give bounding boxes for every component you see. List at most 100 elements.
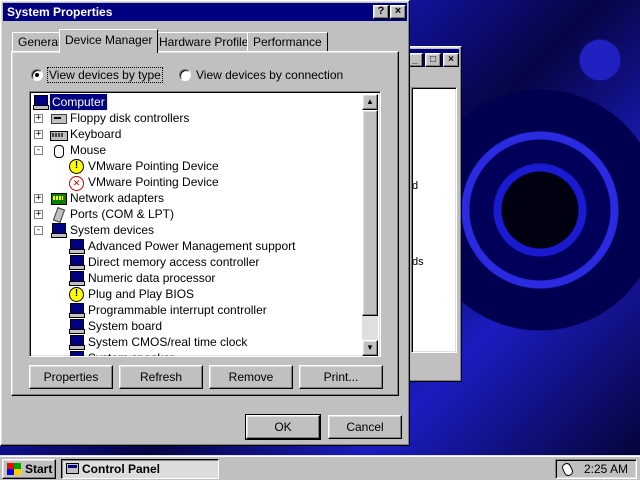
- tree-node[interactable]: VMware Pointing Device: [32, 158, 364, 174]
- radio-unselected-icon: [179, 69, 191, 81]
- tree-node-label: Keyboard: [70, 127, 122, 141]
- maximize-icon[interactable]: □: [425, 53, 441, 67]
- view-by-connection-radio[interactable]: View devices by connection: [179, 68, 343, 82]
- remove-button[interactable]: Remove: [209, 365, 293, 389]
- control-panel-text-fragment: ds: [412, 256, 424, 268]
- help-button[interactable]: ?: [373, 5, 389, 19]
- device-tree[interactable]: Computer + Floppy disk controllers + Keyboar…: [29, 91, 381, 357]
- tree-node[interactable]: VMware Pointing Device: [32, 174, 364, 191]
- tree-node-label: Mouse: [70, 143, 107, 157]
- tree-node-label: Advanced Power Management support: [88, 239, 296, 253]
- computer-icon: [32, 95, 49, 110]
- tree-node[interactable]: + Network adapters: [32, 190, 364, 206]
- system-device-icon: [68, 255, 85, 270]
- view-by-type-label: View devices by type: [47, 67, 163, 83]
- control-panel-text-fragment: d: [412, 180, 419, 192]
- close-icon[interactable]: ×: [443, 53, 459, 67]
- windows-logo-icon: [7, 463, 21, 475]
- system-properties-dialog[interactable]: System Properties ? × General Device Man…: [0, 0, 410, 446]
- tab-device-manager[interactable]: Device Manager: [59, 29, 159, 53]
- cancel-button[interactable]: Cancel: [328, 415, 402, 439]
- tab-hardware-profiles[interactable]: Hardware Profiles: [153, 32, 261, 52]
- warning-device-icon: [68, 159, 84, 174]
- tree-node-label: Ports (COM & LPT): [70, 207, 175, 221]
- tree-node-label: Floppy disk controllers: [70, 111, 190, 125]
- tree-node[interactable]: + Keyboard: [32, 126, 364, 142]
- tree-node[interactable]: Plug and Play BIOS: [32, 286, 364, 302]
- scrollbar-thumb[interactable]: [362, 110, 378, 316]
- system-tray: 2:25 AM: [555, 459, 637, 479]
- tree-node-label: Network adapters: [70, 191, 165, 205]
- collapse-icon[interactable]: -: [34, 146, 43, 155]
- tree-node-label: System board: [88, 319, 163, 333]
- expand-icon[interactable]: +: [34, 194, 43, 203]
- tree-vertical-scrollbar[interactable]: ▲ ▼: [362, 94, 378, 356]
- print-button[interactable]: Print...: [299, 365, 383, 389]
- mouse-icon: [50, 143, 66, 158]
- tree-node[interactable]: Programmable interrupt controller: [32, 302, 364, 318]
- taskbar-item-label: Control Panel: [82, 462, 161, 476]
- system-device-icon: [68, 303, 85, 318]
- tree-node-label: System CMOS/real time clock: [88, 335, 248, 349]
- radio-selected-icon: [31, 69, 43, 81]
- scroll-down-icon[interactable]: ▼: [362, 340, 378, 356]
- dialog-title-bar[interactable]: System Properties ? ×: [3, 3, 407, 21]
- tree-node[interactable]: Advanced Power Management support: [32, 238, 364, 254]
- tree-node[interactable]: Computer: [32, 94, 364, 111]
- warning-device-icon: [68, 287, 84, 302]
- tree-node-label: Plug and Play BIOS: [88, 287, 195, 301]
- control-panel-title-bar[interactable]: _ □ ×: [407, 49, 459, 67]
- control-panel-icon: [66, 463, 79, 474]
- tree-node-label: System devices: [70, 223, 155, 237]
- tree-node[interactable]: + Floppy disk controllers: [32, 110, 364, 126]
- system-device-icon: [68, 351, 84, 356]
- expand-icon[interactable]: +: [34, 210, 43, 219]
- properties-button[interactable]: Properties: [29, 365, 113, 389]
- tree-node-label: Computer: [49, 94, 108, 111]
- dialog-title: System Properties: [7, 5, 113, 19]
- tab-performance[interactable]: Performance: [247, 32, 328, 52]
- view-by-connection-label: View devices by connection: [196, 68, 344, 82]
- start-button[interactable]: Start: [2, 459, 56, 479]
- refresh-button[interactable]: Refresh: [119, 365, 203, 389]
- scroll-up-icon[interactable]: ▲: [362, 94, 378, 110]
- system-device-icon: [68, 271, 85, 286]
- device-tree-list: Computer + Floppy disk controllers + Keyboar…: [32, 94, 364, 356]
- tree-node[interactable]: System board: [32, 318, 364, 334]
- system-device-icon: [68, 319, 85, 334]
- port-icon: [50, 207, 66, 221]
- system-device-icon: [68, 335, 85, 350]
- expand-icon[interactable]: +: [34, 114, 43, 123]
- tree-node[interactable]: + Ports (COM & LPT): [32, 206, 364, 222]
- tree-node-label: Programmable interrupt controller: [88, 303, 267, 317]
- tree-node-label: VMware Pointing Device: [88, 159, 219, 173]
- close-button[interactable]: ×: [390, 5, 406, 19]
- tree-node[interactable]: Numeric data processor: [32, 270, 364, 286]
- tree-node-label: System speaker: [86, 350, 176, 356]
- tree-node[interactable]: System CMOS/real time clock: [32, 334, 364, 350]
- expand-icon[interactable]: +: [34, 130, 43, 139]
- tree-node[interactable]: System speaker: [32, 350, 364, 356]
- network-adapter-icon: [50, 191, 67, 205]
- view-by-type-radio[interactable]: View devices by type: [31, 67, 163, 83]
- tree-node[interactable]: - Mouse: [32, 142, 364, 158]
- start-label: Start: [25, 462, 53, 476]
- keyboard-icon: [50, 127, 68, 141]
- tree-node[interactable]: Direct memory access controller: [32, 254, 364, 270]
- collapse-icon[interactable]: -: [34, 226, 43, 235]
- tree-node-label: VMware Pointing Device: [88, 175, 219, 189]
- tree-node[interactable]: - System devices: [32, 222, 364, 238]
- clock[interactable]: 2:25 AM: [584, 460, 628, 478]
- tree-node-label: Direct memory access controller: [88, 255, 260, 269]
- system-devices-icon: [50, 223, 67, 238]
- disabled-device-icon: [68, 175, 84, 191]
- system-device-icon: [68, 239, 85, 254]
- taskbar: Start Control Panel 2:25 AM: [0, 455, 640, 480]
- taskbar-item-control-panel[interactable]: Control Panel: [61, 459, 219, 479]
- tree-node-label: Numeric data processor: [88, 271, 216, 285]
- control-panel-content[interactable]: d ds: [411, 87, 457, 353]
- floppy-controller-icon: [50, 111, 67, 125]
- control-panel-window[interactable]: _ □ × d ds: [404, 46, 462, 382]
- mouse-tray-icon[interactable]: [560, 462, 574, 476]
- ok-button[interactable]: OK: [245, 414, 321, 440]
